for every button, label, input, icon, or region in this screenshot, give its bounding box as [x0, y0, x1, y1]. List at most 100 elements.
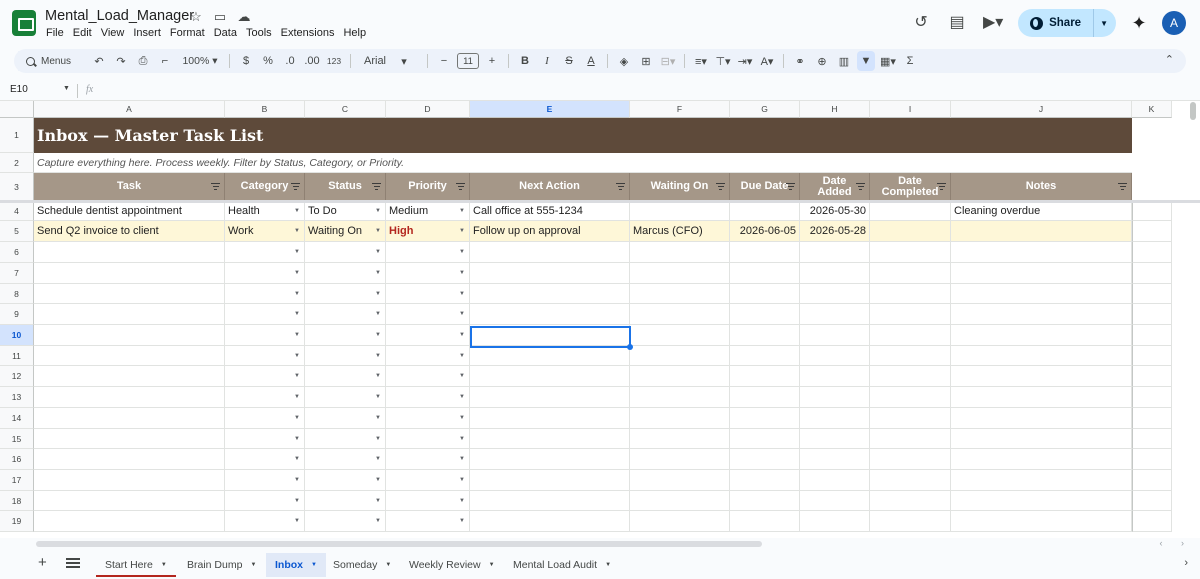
- cell[interactable]: [630, 304, 730, 325]
- increase-font-size-button[interactable]: +: [483, 51, 501, 71]
- dropdown-chevron-icon[interactable]: ▼: [459, 353, 465, 359]
- dropdown-chevron-icon[interactable]: ▼: [294, 353, 300, 359]
- cell[interactable]: [870, 408, 951, 429]
- dropdown-chevron-icon[interactable]: ▼: [375, 436, 381, 442]
- dropdown-chevron-icon[interactable]: ▼: [294, 208, 300, 214]
- cell[interactable]: [870, 511, 951, 532]
- filter-icon[interactable]: [211, 183, 220, 191]
- cell[interactable]: [1132, 449, 1172, 470]
- cell[interactable]: ▼: [225, 470, 305, 491]
- dropdown-chevron-icon[interactable]: ▼: [459, 456, 465, 462]
- dropdown-chevron-icon[interactable]: ▼: [459, 436, 465, 442]
- dropdown-chevron-icon[interactable]: ▼: [375, 332, 381, 338]
- filter-icon[interactable]: [937, 183, 946, 191]
- cell[interactable]: 2026-06-05: [730, 221, 800, 242]
- dropdown-chevron-icon[interactable]: ▼: [459, 332, 465, 338]
- cell[interactable]: [870, 304, 951, 325]
- cell[interactable]: [34, 429, 225, 449]
- cell[interactable]: [951, 366, 1132, 387]
- cell[interactable]: [951, 221, 1132, 242]
- dropdown-chevron-icon[interactable]: ▼: [294, 228, 300, 234]
- row-header-17[interactable]: 17: [0, 470, 34, 491]
- share-dropdown-icon[interactable]: ▼: [1100, 19, 1108, 28]
- dropdown-chevron-icon[interactable]: ▼: [375, 228, 381, 234]
- cell[interactable]: [1132, 429, 1172, 449]
- menu-extensions[interactable]: Extensions: [281, 27, 335, 39]
- frozen-rows-divider[interactable]: [0, 200, 1200, 203]
- cell[interactable]: ▼: [386, 470, 470, 491]
- dropdown-chevron-icon[interactable]: ▼: [294, 477, 300, 483]
- gemini-sparkle-icon[interactable]: ✦: [1130, 14, 1148, 32]
- filter-icon[interactable]: [786, 183, 795, 191]
- dropdown-chevron-icon[interactable]: ▼: [375, 394, 381, 400]
- menu-tools[interactable]: Tools: [246, 27, 272, 39]
- version-history-icon[interactable]: ↺: [910, 12, 932, 34]
- dropdown-chevron-icon[interactable]: ▼: [294, 436, 300, 442]
- cell[interactable]: [1132, 221, 1172, 242]
- row-header-8[interactable]: 8: [0, 284, 34, 304]
- cell[interactable]: [800, 429, 870, 449]
- cell[interactable]: [630, 325, 730, 346]
- row-header-2[interactable]: 2: [0, 153, 34, 173]
- tab-someday[interactable]: Someday ▼: [324, 553, 400, 577]
- cell[interactable]: High ▼: [386, 221, 470, 242]
- row-header-10[interactable]: 10: [0, 325, 34, 346]
- cell[interactable]: [630, 429, 730, 449]
- tab-menu-icon[interactable]: ▼: [161, 562, 167, 568]
- column-title-category[interactable]: Category: [225, 173, 305, 201]
- cell[interactable]: [630, 346, 730, 366]
- dropdown-chevron-icon[interactable]: ▼: [459, 415, 465, 421]
- cell[interactable]: Cleaning overdue: [951, 201, 1132, 221]
- cell[interactable]: [870, 221, 951, 242]
- dropdown-chevron-icon[interactable]: ▼: [459, 373, 465, 379]
- cell[interactable]: [870, 325, 951, 346]
- cell[interactable]: [34, 491, 225, 511]
- cell[interactable]: ▼: [225, 408, 305, 429]
- search-menus-input[interactable]: Menus: [18, 51, 88, 71]
- dropdown-chevron-icon[interactable]: ▼: [459, 228, 465, 234]
- cell[interactable]: ▼: [225, 304, 305, 325]
- cell[interactable]: [951, 387, 1132, 408]
- tab-brain-dump[interactable]: Brain Dump ▼: [178, 553, 265, 577]
- cell[interactable]: [630, 408, 730, 429]
- cell[interactable]: ▼: [305, 470, 386, 491]
- cell[interactable]: [730, 242, 800, 263]
- cell[interactable]: [1132, 511, 1172, 532]
- cell[interactable]: [470, 449, 630, 470]
- star-icon[interactable]: ☆: [188, 9, 204, 25]
- cell[interactable]: [870, 263, 951, 284]
- menu-data[interactable]: Data: [214, 27, 237, 39]
- cell[interactable]: [630, 470, 730, 491]
- column-title-date-completed[interactable]: Date Completed: [870, 173, 951, 201]
- cell[interactable]: [630, 491, 730, 511]
- text-rotation-icon[interactable]: A▾: [758, 51, 776, 71]
- cell[interactable]: ▼: [225, 449, 305, 470]
- cell[interactable]: 2026-05-28: [800, 221, 870, 242]
- dropdown-chevron-icon[interactable]: ▼: [294, 498, 300, 504]
- cell[interactable]: [800, 387, 870, 408]
- cell[interactable]: [630, 366, 730, 387]
- cell[interactable]: ▼: [305, 242, 386, 263]
- cell[interactable]: Health ▼: [225, 201, 305, 221]
- filter-icon[interactable]: [456, 183, 465, 191]
- text-color-button[interactable]: A: [582, 51, 600, 71]
- cell[interactable]: ▼: [305, 449, 386, 470]
- cell[interactable]: [800, 325, 870, 346]
- dropdown-chevron-icon[interactable]: ▼: [459, 208, 465, 214]
- cell[interactable]: To Do ▼: [305, 201, 386, 221]
- insert-comment-icon[interactable]: ⊕: [813, 51, 831, 71]
- tab-menu-icon[interactable]: ▼: [311, 562, 317, 568]
- dropdown-chevron-icon[interactable]: ▼: [459, 311, 465, 317]
- dropdown-chevron-icon[interactable]: ▼: [294, 456, 300, 462]
- cell[interactable]: [800, 491, 870, 511]
- cell[interactable]: [34, 263, 225, 284]
- dropdown-chevron-icon[interactable]: ▼: [375, 311, 381, 317]
- tab-menu-icon[interactable]: ▼: [250, 562, 256, 568]
- cell[interactable]: ▼: [225, 242, 305, 263]
- add-sheet-icon[interactable]: +: [38, 554, 47, 571]
- cell[interactable]: [34, 449, 225, 470]
- cell[interactable]: [470, 491, 630, 511]
- dropdown-chevron-icon[interactable]: ▼: [375, 353, 381, 359]
- menu-edit[interactable]: Edit: [73, 27, 92, 39]
- cell[interactable]: ▼: [305, 511, 386, 532]
